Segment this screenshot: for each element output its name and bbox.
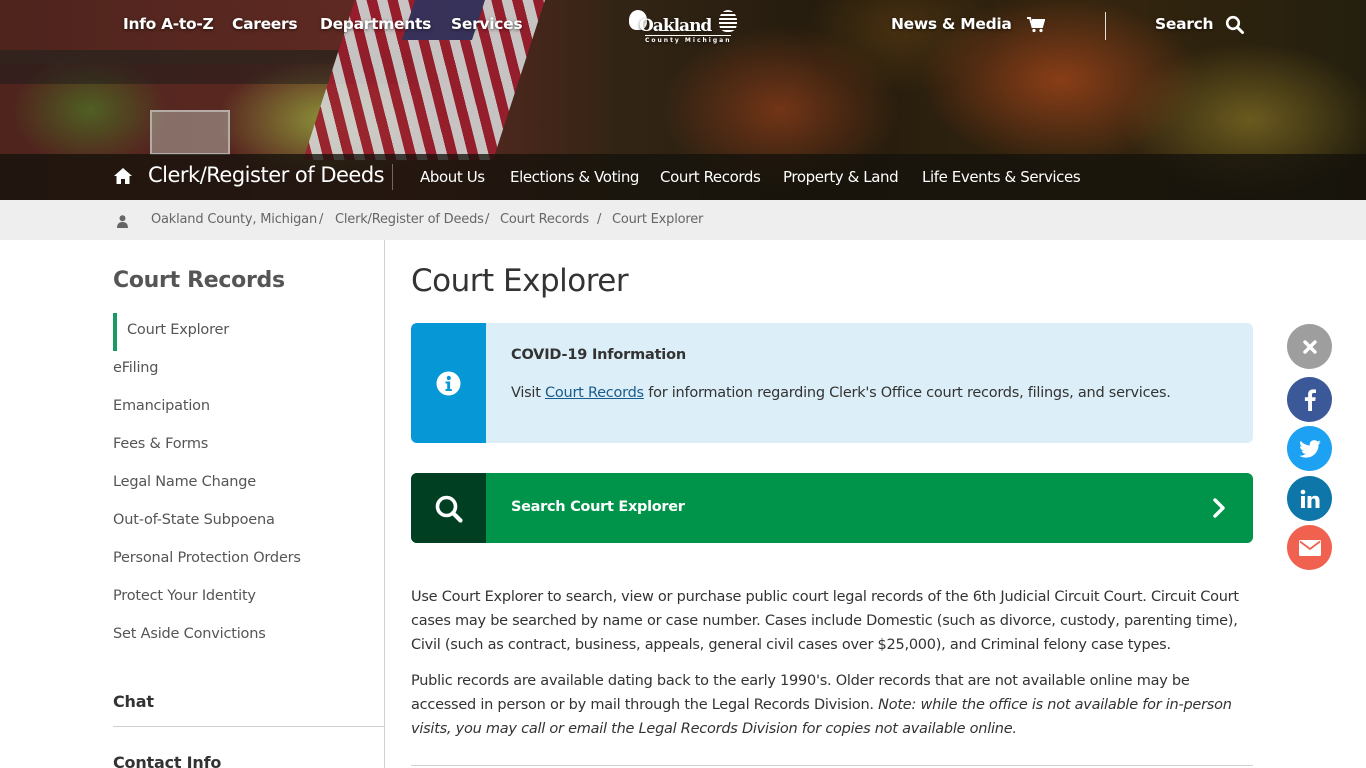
breadcrumb-current: Court Explorer	[612, 212, 704, 227]
intro-paragraph: Use Court Explorer to search, view or pu…	[411, 589, 1239, 653]
share-close-button[interactable]	[1287, 324, 1332, 369]
sidebar: Court Records Court Explorer eFiling Ema…	[113, 240, 385, 768]
breadcrumb: Oakland County, Michigan / Clerk/Registe…	[0, 200, 1366, 240]
sidebar-section-contact-info[interactable]: Contact Info	[113, 753, 221, 768]
sidebar-item-legal-name-change[interactable]: Legal Name Change	[113, 474, 256, 490]
twitter-icon	[1298, 439, 1321, 458]
dept-nav-court-records[interactable]: Court Records	[660, 168, 761, 186]
shopping-cart-icon[interactable]	[1027, 17, 1046, 33]
breadcrumb-separator: /	[597, 212, 602, 227]
sidebar-item-court-explorer[interactable]: Court Explorer	[127, 322, 229, 338]
sidebar-divider	[113, 726, 385, 727]
home-icon[interactable]	[113, 167, 133, 185]
share-facebook-button[interactable]	[1287, 377, 1332, 422]
department-navigation: Clerk/Register of Deeds About Us Electio…	[0, 154, 1366, 200]
cta-label: Search Court Explorer	[511, 499, 685, 515]
logo-wordmark: Oakland	[639, 16, 712, 36]
breadcrumb-court-records[interactable]: Court Records	[500, 212, 589, 227]
sidebar-item-out-of-state-subpoena[interactable]: Out-of-State Subpoena	[113, 512, 275, 528]
records-paragraph: Public records are available dating back…	[411, 673, 1232, 737]
dept-nav-elections-voting[interactable]: Elections & Voting	[510, 168, 639, 186]
nav-services[interactable]: Services	[451, 15, 523, 33]
close-icon	[1302, 339, 1317, 354]
share-linkedin-button[interactable]	[1287, 476, 1332, 521]
nav-departments[interactable]: Departments	[320, 15, 431, 33]
content-divider	[411, 765, 1253, 766]
sidebar-item-fees-forms[interactable]: Fees & Forms	[113, 436, 208, 452]
court-records-link[interactable]: Court Records	[545, 385, 644, 401]
facebook-icon	[1304, 388, 1316, 411]
nav-news-media[interactable]: News & Media	[891, 15, 1012, 33]
search-icon	[434, 494, 464, 524]
oakland-county-logo[interactable]: Oakland County Michigan	[627, 8, 739, 44]
info-circle-icon	[436, 371, 461, 396]
logo-subtitle: County Michigan	[645, 35, 732, 44]
search-icon[interactable]	[1225, 15, 1245, 35]
sidebar-item-personal-protection-orders[interactable]: Personal Protection Orders	[113, 550, 301, 566]
breadcrumb-oakland-county[interactable]: Oakland County, Michigan	[151, 212, 317, 227]
tree-icon	[719, 10, 737, 32]
main-content: Court Explorer COVID-19 Information Visi…	[411, 240, 1253, 768]
dept-nav-about-us[interactable]: About Us	[420, 168, 485, 186]
page-title: Court Explorer	[411, 263, 629, 299]
sidebar-item-protect-your-identity[interactable]: Protect Your Identity	[113, 588, 256, 604]
sidebar-section-chat[interactable]: Chat	[113, 692, 154, 711]
share-email-button[interactable]	[1287, 525, 1332, 570]
alert-title: COVID-19 Information	[511, 347, 686, 363]
nav-careers[interactable]: Careers	[232, 15, 298, 33]
covid-alert: COVID-19 Information Visit Court Records…	[411, 323, 1253, 443]
nav-info-a-to-z[interactable]: Info A-to-Z	[123, 15, 214, 33]
nav-search[interactable]: Search	[1155, 15, 1214, 33]
email-icon	[1298, 539, 1321, 556]
nav-divider	[1105, 12, 1106, 40]
breadcrumb-clerk-register[interactable]: Clerk/Register of Deeds	[335, 212, 484, 227]
dept-nav-property-land[interactable]: Property & Land	[783, 168, 899, 186]
active-indicator	[113, 313, 117, 351]
sidebar-item-emancipation[interactable]: Emancipation	[113, 398, 210, 414]
department-title[interactable]: Clerk/Register of Deeds	[148, 163, 385, 187]
share-twitter-button[interactable]	[1287, 426, 1332, 471]
chevron-right-icon	[1212, 498, 1226, 518]
search-court-explorer-button[interactable]: Search Court Explorer	[411, 473, 1253, 543]
dept-divider	[392, 164, 393, 190]
alert-text: Visit Court Records for information rega…	[511, 385, 1171, 401]
breadcrumb-separator: /	[319, 212, 324, 227]
user-icon	[117, 213, 128, 228]
sidebar-item-set-aside-convictions[interactable]: Set Aside Convictions	[113, 626, 266, 642]
linkedin-icon	[1300, 489, 1319, 508]
sidebar-title: Court Records	[113, 268, 285, 293]
breadcrumb-separator: /	[485, 212, 490, 227]
dept-nav-life-events[interactable]: Life Events & Services	[922, 168, 1081, 186]
sidebar-item-efiling[interactable]: eFiling	[113, 360, 158, 376]
top-navigation: Info A-to-Z Careers Departments Services…	[0, 0, 1366, 52]
